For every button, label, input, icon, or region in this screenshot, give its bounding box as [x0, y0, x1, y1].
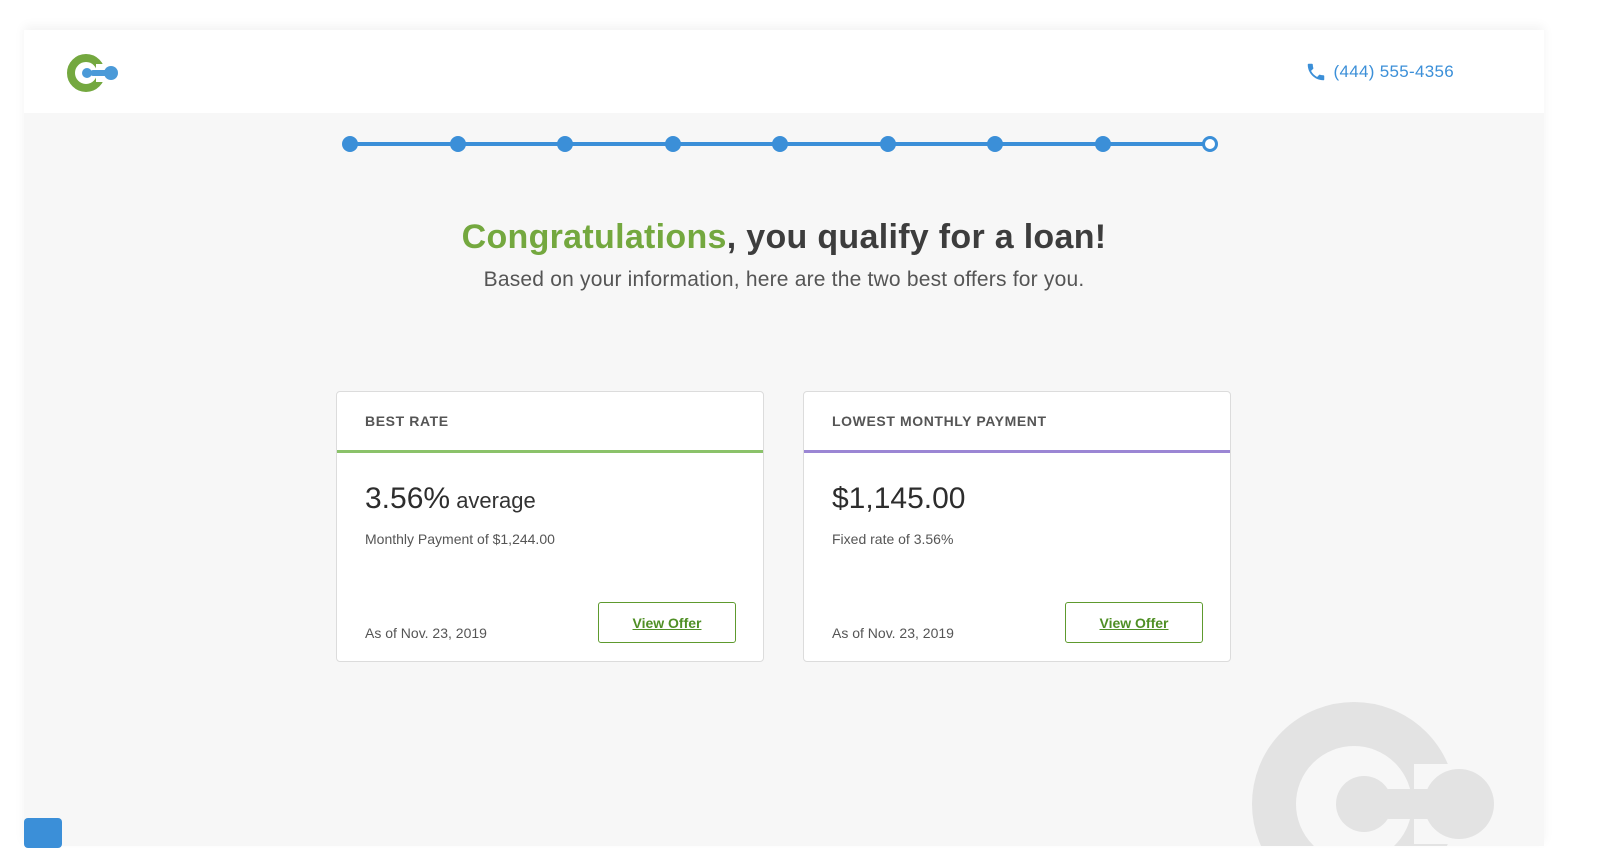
progress-step-4 — [664, 136, 681, 152]
headline-rest: , you qualify for a loan! — [726, 218, 1107, 256]
headline-highlight: Congratulations — [461, 218, 727, 256]
progress-step-8 — [1094, 136, 1111, 152]
progress-stepper — [342, 132, 1218, 156]
phone-icon — [1307, 63, 1324, 81]
offer-value: 3.56% average — [365, 482, 536, 516]
progress-step-6 — [879, 136, 896, 152]
offer-card-title: LOWEST MONTHLY PAYMENT — [832, 413, 1047, 429]
offer-card-title: BEST RATE — [365, 413, 449, 429]
brand-badge — [24, 818, 62, 848]
logo-watermark-icon — [1252, 702, 1494, 846]
offer-value-main: $1,145.00 — [832, 482, 966, 515]
page-title: Congratulations, you qualify for a loan! — [24, 218, 1544, 257]
progress-step-2 — [449, 136, 466, 152]
offer-detail: Fixed rate of 3.56% — [832, 531, 954, 547]
progress-step-3 — [557, 136, 573, 152]
offer-as-of-date: As of Nov. 23, 2019 — [365, 625, 487, 641]
page-subtitle: Based on your information, here are the … — [483, 268, 1085, 291]
progress-step-9 — [1202, 136, 1218, 152]
progress-step-7 — [987, 136, 1003, 152]
progress-step-1 — [342, 136, 358, 152]
offer-card-accent — [337, 450, 763, 453]
offer-detail: Monthly Payment of $1,244.00 — [365, 531, 555, 547]
app-brand-icon — [24, 818, 62, 848]
cogo-logo-icon[interactable] — [66, 52, 122, 94]
view-offer-button[interactable]: View Offer — [598, 602, 736, 643]
view-offer-button[interactable]: View Offer — [1065, 602, 1203, 643]
header: (444) 555-4356 — [24, 30, 1544, 113]
offer-value-main: 3.56% — [365, 482, 451, 515]
phone-number: (444) 555-4356 — [1333, 62, 1454, 81]
browser-frame: (444) 555-4356 Congratulations, you qual… — [24, 30, 1544, 846]
offer-as-of-date: As of Nov. 23, 2019 — [832, 625, 954, 641]
offer-value: $1,145.00 — [832, 482, 965, 516]
offer-card-best-rate: BEST RATE 3.56% average Monthly Payment … — [336, 391, 764, 662]
offer-card-lowest-payment: LOWEST MONTHLY PAYMENT $1,145.00 Fixed r… — [803, 391, 1231, 662]
offer-card-accent — [804, 450, 1230, 453]
phone-link[interactable]: (444) 555-4356 — [1305, 61, 1454, 83]
progress-step-5 — [772, 136, 788, 152]
offer-value-suffix: average — [450, 488, 536, 513]
